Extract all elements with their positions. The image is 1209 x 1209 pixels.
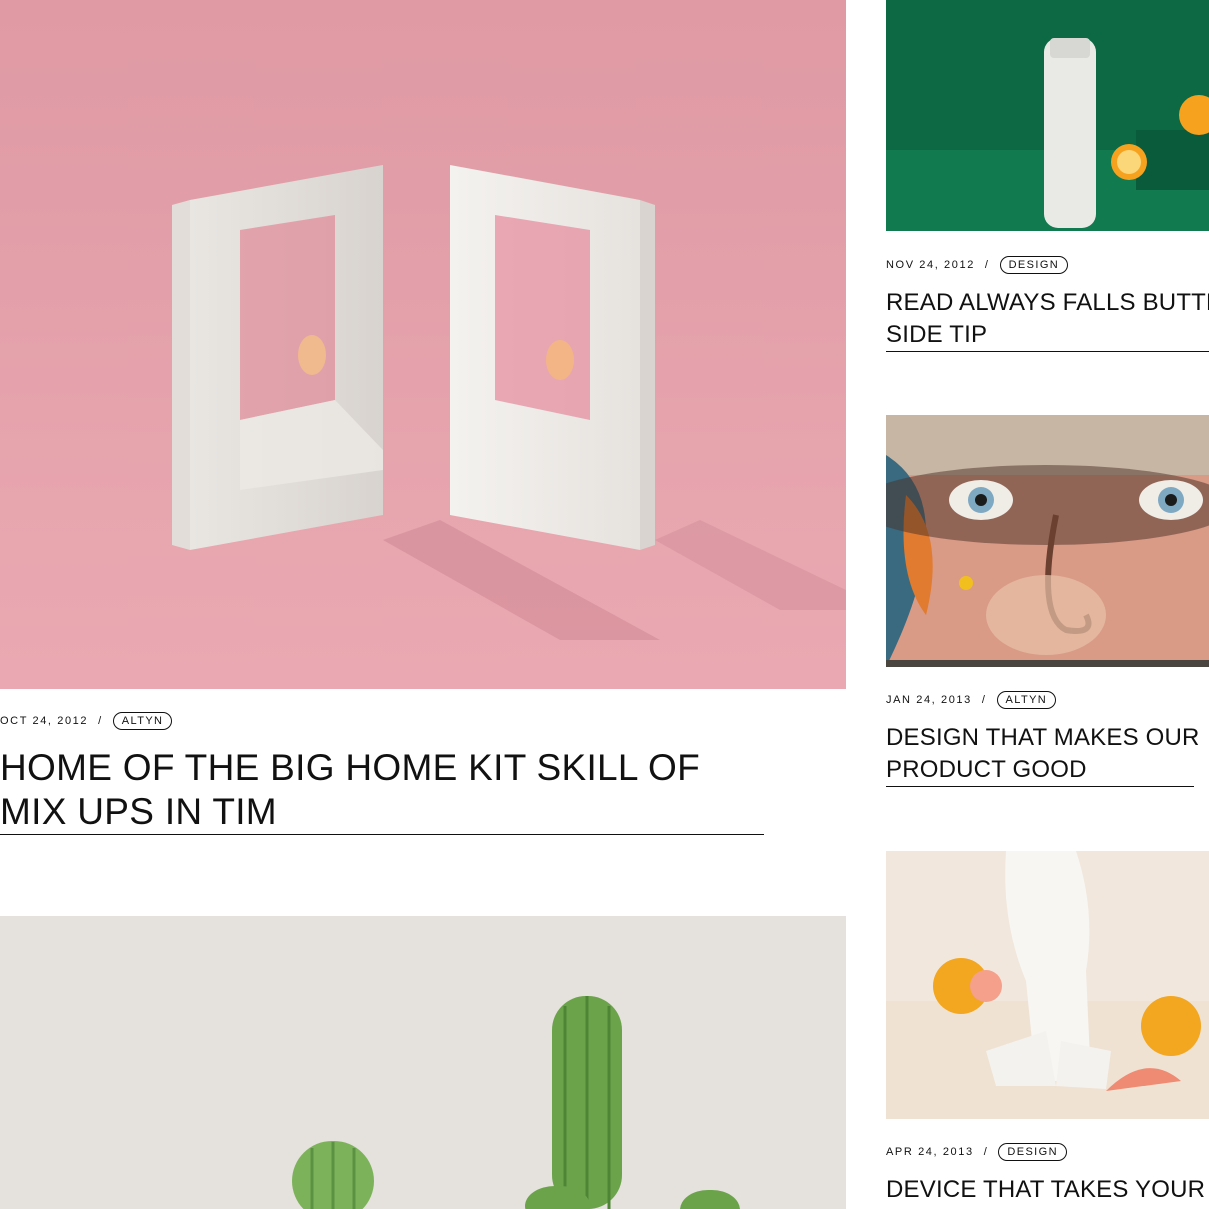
side-post-title[interactable]: READ ALWAYS FALLS BUTTE SIDE TIP [886,287,1209,352]
category-tag[interactable]: DESIGN [998,1143,1067,1161]
side-post-title-line: DESIGN THAT MAKES OUR [886,724,1200,751]
side-post-title[interactable]: DEVICE THAT TAKES YOUR [886,1174,1209,1206]
side-post-title-line: PRODUCT GOOD [886,756,1087,783]
cactus-post-card[interactable] [0,916,846,1209]
featured-post-image[interactable] [0,0,846,689]
featured-post-meta: OCT 24, 2012 / ALTYN [0,712,173,730]
side-post-title-line: SIDE TIP [886,321,988,348]
category-tag[interactable]: ALTYN [112,712,173,730]
side-post-title[interactable]: DESIGN THAT MAKES OUR PRODUCT GOOD [886,722,1199,787]
meta-separator: / [983,1146,989,1158]
side-post-title-line: DEVICE THAT TAKES YOUR [886,1176,1206,1203]
meta-separator: / [98,715,103,727]
post-date: NOV 24, 2012 [886,259,975,271]
featured-post-card[interactable]: OCT 24, 2012 / ALTYN HOME OF THE BIG HOM… [0,0,846,840]
side-post-image[interactable] [886,851,1209,1119]
category-tag[interactable]: ALTYN [996,691,1057,709]
featured-post-title[interactable]: HOME OF THE BIG HOME KIT SKILL OF MIX UP… [0,746,764,835]
side-post-meta: JAN 24, 2013 / ALTYN [886,691,1057,709]
side-post-card[interactable]: APR 24, 2013 / DESIGN DEVICE THAT TAKES … [886,851,1209,1209]
post-date: OCT 24, 2012 [0,715,89,727]
side-post-meta: APR 24, 2013 / DESIGN [886,1143,1067,1161]
side-post-image[interactable] [886,0,1209,231]
side-post-title-line: READ ALWAYS FALLS BUTTE [886,289,1209,316]
post-date: APR 24, 2013 [886,1146,974,1158]
side-post-card[interactable]: NOV 24, 2012 / DESIGN READ ALWAYS FALLS … [886,0,1209,360]
side-post-image[interactable] [886,415,1209,667]
side-post-card[interactable]: JAN 24, 2013 / ALTYN DESIGN THAT MAKES O… [886,415,1209,795]
meta-separator: / [984,259,990,271]
post-date: JAN 24, 2013 [886,694,972,706]
side-post-meta: NOV 24, 2012 / DESIGN [886,256,1069,274]
cactus-post-image[interactable] [0,916,846,1209]
category-tag[interactable]: DESIGN [999,256,1069,274]
meta-separator: / [981,694,987,706]
